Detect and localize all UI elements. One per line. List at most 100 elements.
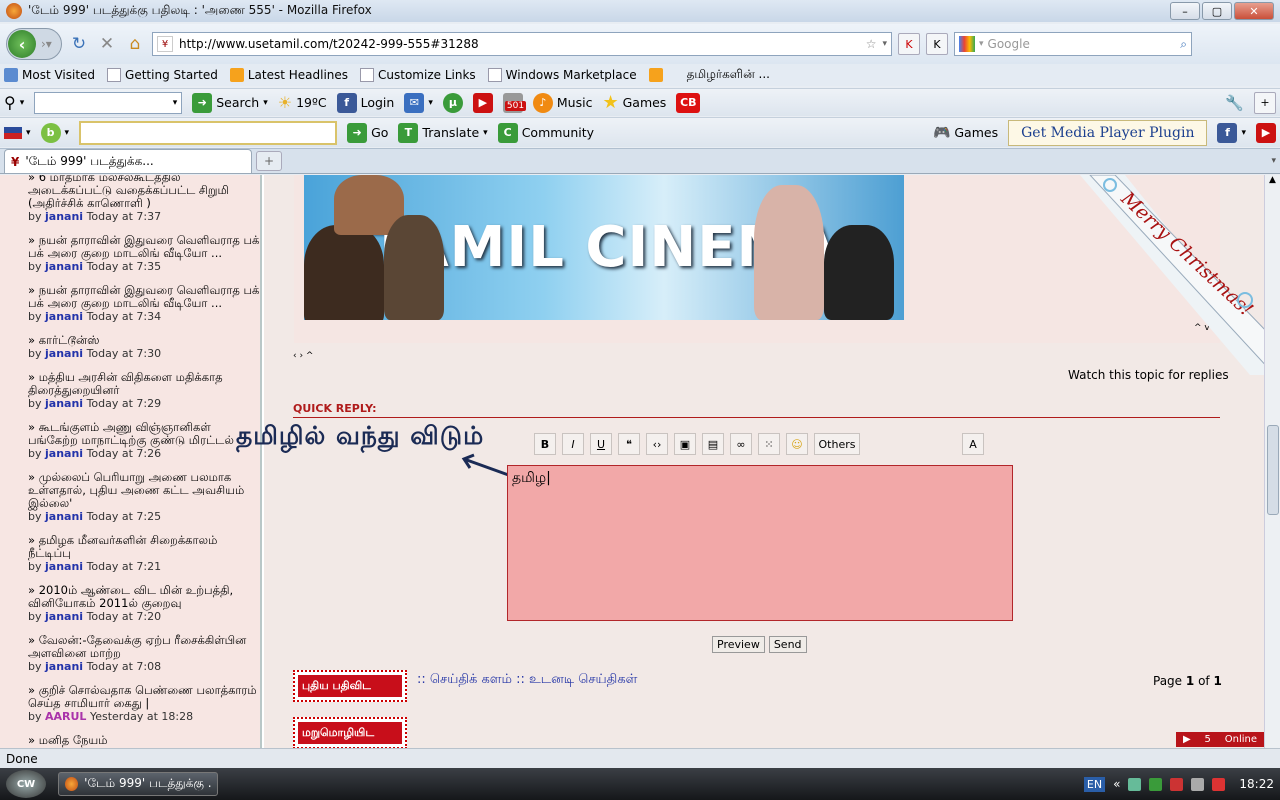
youtube-link[interactable]: ▶ [1256, 122, 1276, 143]
recent-topic-title[interactable]: » 2010ம் ஆண்டை விட மின் உற்பத்தி, வினியோ… [28, 584, 260, 610]
tab-active[interactable]: ¥ 'டேம் 999' படத்துக்க... [4, 149, 252, 173]
language-indicator[interactable]: EN [1083, 776, 1106, 792]
mail-button[interactable]: ✉ ▾ [404, 92, 433, 113]
google-icon[interactable] [959, 36, 975, 52]
recent-topic-author[interactable]: janani [45, 210, 83, 223]
music-button[interactable]: ♪ Music [532, 92, 592, 113]
search-engine-dropdown-icon[interactable]: ▾ [979, 39, 984, 49]
search-icon[interactable]: ⌕ [1180, 37, 1187, 52]
reload-icon[interactable]: ↻ [68, 33, 90, 55]
recent-topic-item[interactable]: » 6 மாதமாக மலசலகூடத்தில அடைக்கப்பட்டு வத… [28, 175, 260, 223]
recent-topic-author[interactable]: janani [45, 397, 83, 410]
recent-topic-title[interactable]: » 6 மாதமாக மலசலகூடத்தில அடைக்கப்பட்டு வத… [28, 175, 260, 210]
tray-expand-icon[interactable]: « [1113, 777, 1120, 791]
recent-topic-author[interactable]: janani [45, 610, 83, 623]
bookmark-windows-marketplace[interactable]: Windows Marketplace [487, 68, 637, 82]
color-button[interactable]: ⁙ [758, 433, 780, 455]
recent-topic-title[interactable]: » முல்லைப் பெரியாறு அணை பலமாக உள்ளதால், … [28, 471, 260, 510]
breadcrumb[interactable]: :: செய்திக் களம் :: உடனடி செய்திகள் [417, 672, 637, 688]
recent-topic-title[interactable]: » வேலன்:-தேவைக்கு ஏற்ப ரீசைக்கிள்பின அளவ… [28, 634, 260, 660]
recent-topic-item[interactable]: » நயன் தாராவின் இதுவரை வெளிவராத பக் பக் … [28, 234, 260, 274]
recent-topic-item[interactable]: » 2010ம் ஆண்டை விட மின் உற்பத்தி, வினியோ… [28, 584, 260, 624]
youtube-button[interactable]: ▶ [472, 92, 493, 113]
recent-topic-item[interactable]: » கூடங்குளம் அணு விஞ்ஞானிகள் பங்கேற்ற மா… [28, 421, 260, 461]
b-logo-button[interactable]: b ▾ [40, 122, 69, 143]
post-nav-arrows[interactable]: ‹ › ^ [293, 351, 313, 361]
underline-button[interactable]: U [590, 433, 612, 455]
new-tab-button[interactable]: + [256, 151, 282, 171]
recent-topic-title[interactable]: » கார்ட்டூன்ஸ் [28, 334, 260, 347]
bookmark-customize-links[interactable]: Customize Links [360, 68, 476, 82]
url-dropdown-icon[interactable]: ▾ [882, 39, 887, 49]
games-button[interactable]: ★ Games [602, 92, 666, 113]
start-button[interactable]: CW [6, 770, 46, 798]
recent-topic-item[interactable]: » மனித நேயம் [28, 734, 260, 747]
cb-button[interactable]: CB [676, 92, 701, 113]
toolbar-settings-button[interactable]: 🔧 [1225, 94, 1244, 112]
recent-topic-author[interactable]: AARUL [45, 710, 86, 723]
recent-topic-author[interactable]: janani [45, 347, 83, 360]
maximize-button[interactable]: ▢ [1202, 2, 1232, 20]
recent-topic-author[interactable]: janani [45, 560, 83, 573]
bookmark-latest-headlines[interactable]: Latest Headlines [229, 68, 348, 82]
recent-topic-title[interactable]: » நயன் தாராவின் இதுவரை வெளிவராத பக் பக் … [28, 234, 260, 260]
image-button[interactable]: ▤ [702, 433, 724, 455]
volume-icon[interactable] [1191, 777, 1205, 791]
new-topic-button[interactable]: புதிய பதிவிட [293, 670, 407, 702]
bookmark-getting-started[interactable]: Getting Started [107, 68, 218, 82]
recent-topic-item[interactable]: » வேலன்:-தேவைக்கு ஏற்ப ரீசைக்கிள்பின அளவ… [28, 634, 260, 674]
preview-button[interactable]: Preview [712, 636, 765, 653]
community-button[interactable]: C Community [497, 122, 594, 143]
recent-topic-item[interactable]: » குறிச் சொல்வதாக பெண்ணை பலாத்காரம் செய்… [28, 684, 260, 724]
facebook-login-button[interactable]: f Login [336, 92, 394, 113]
minimize-button[interactable]: – [1170, 2, 1200, 20]
recent-topic-title[interactable]: » மனித நேயம் [28, 734, 260, 747]
code-button[interactable]: ‹› [646, 433, 668, 455]
url-text[interactable]: http://www.usetamil.com/t20242-999-555#3… [179, 37, 860, 51]
media-player-plugin-button[interactable]: Get Media Player Plugin [1008, 119, 1208, 146]
back-button[interactable]: ‹ [8, 30, 36, 58]
online-indicator[interactable]: ▶ 5 Online [1176, 732, 1264, 747]
smiley-button[interactable]: ☺ [786, 433, 808, 455]
safely-remove-icon[interactable] [1170, 777, 1184, 791]
recent-topic-author[interactable]: janani [45, 447, 83, 460]
recent-topic-title[interactable]: » கூடங்குளம் அணு விஞ்ஞானிகள் பங்கேற்ற மா… [28, 421, 260, 447]
recent-topic-title[interactable]: » நயன் தாராவின் இதுவரை வெளிவராத பக் பக் … [28, 284, 260, 310]
recent-topic-author[interactable]: janani [45, 660, 83, 673]
recent-topic-title[interactable]: » தமிழக மீனவர்களின் சிறைக்காலம் நீட்டிப்… [28, 534, 260, 560]
bookmark-tamil[interactable]: தமிழர்களின் ... [648, 67, 770, 83]
bookmark-most-visited[interactable]: Most Visited [4, 68, 95, 82]
link-button[interactable]: ∞ [730, 433, 752, 455]
toolbar-add-button[interactable]: + [1254, 91, 1276, 114]
page-scrollbar[interactable]: ▲ [1264, 175, 1280, 748]
recent-topic-title[interactable]: » மத்திய அரசின் விதிகளை மதிக்காத திரைத்த… [28, 371, 260, 397]
network-icon[interactable] [1128, 777, 1142, 791]
quote-button[interactable]: ❝ [618, 433, 640, 455]
games-link[interactable]: 🎮 Games [933, 125, 998, 141]
clock[interactable]: 18:22 [1239, 777, 1274, 791]
recent-topic-item[interactable]: » மத்திய அரசின் விதிகளை மதிக்காத திரைத்த… [28, 371, 260, 411]
addon-k-red-icon[interactable]: K [898, 33, 920, 55]
tray-app-icon[interactable] [1212, 777, 1226, 791]
utorrent-button[interactable]: µ [442, 92, 463, 113]
toolbar-search-button[interactable]: ➜ Search ▾ [192, 92, 268, 113]
tab-list-dropdown[interactable]: ▾ [1271, 156, 1276, 166]
scroll-up-icon[interactable]: ▲ [1265, 175, 1280, 185]
forward-button[interactable]: ›▾ [41, 37, 52, 51]
bookmark-star-icon[interactable]: ☆ [866, 37, 877, 51]
toolbar-search-field[interactable]: ▾ [34, 91, 183, 114]
flag-dropdown[interactable]: ▾ [4, 126, 31, 139]
recent-topic-item[interactable]: » தமிழக மீனவர்களின் சிறைக்காலம் நீட்டிப்… [28, 534, 260, 574]
recent-topic-author[interactable]: janani [45, 260, 83, 273]
addon-k-icon[interactable]: K [926, 33, 948, 55]
security-icon[interactable] [1149, 777, 1163, 791]
recent-topic-title[interactable]: » குறிச் சொல்வதாக பெண்ணை பலாத்காரம் செய்… [28, 684, 260, 710]
others-button[interactable]: Others [814, 433, 860, 455]
image-gallery-button[interactable]: ▣ [674, 433, 696, 455]
facebook-share-button[interactable]: f ▾ [1217, 122, 1246, 143]
recent-topic-author[interactable]: janani [45, 510, 83, 523]
recent-topic-item[interactable]: » நயன் தாராவின் இதுவரை வெளிவராத பக் பக் … [28, 284, 260, 324]
recent-topic-item[interactable]: » கார்ட்டூன்ஸ் by janani Today at 7:30 [28, 334, 260, 361]
taskbar-firefox-window[interactable]: 'டேம் 999' படத்துக்கு ... [58, 772, 218, 796]
home-icon[interactable]: ⌂ [124, 33, 146, 55]
